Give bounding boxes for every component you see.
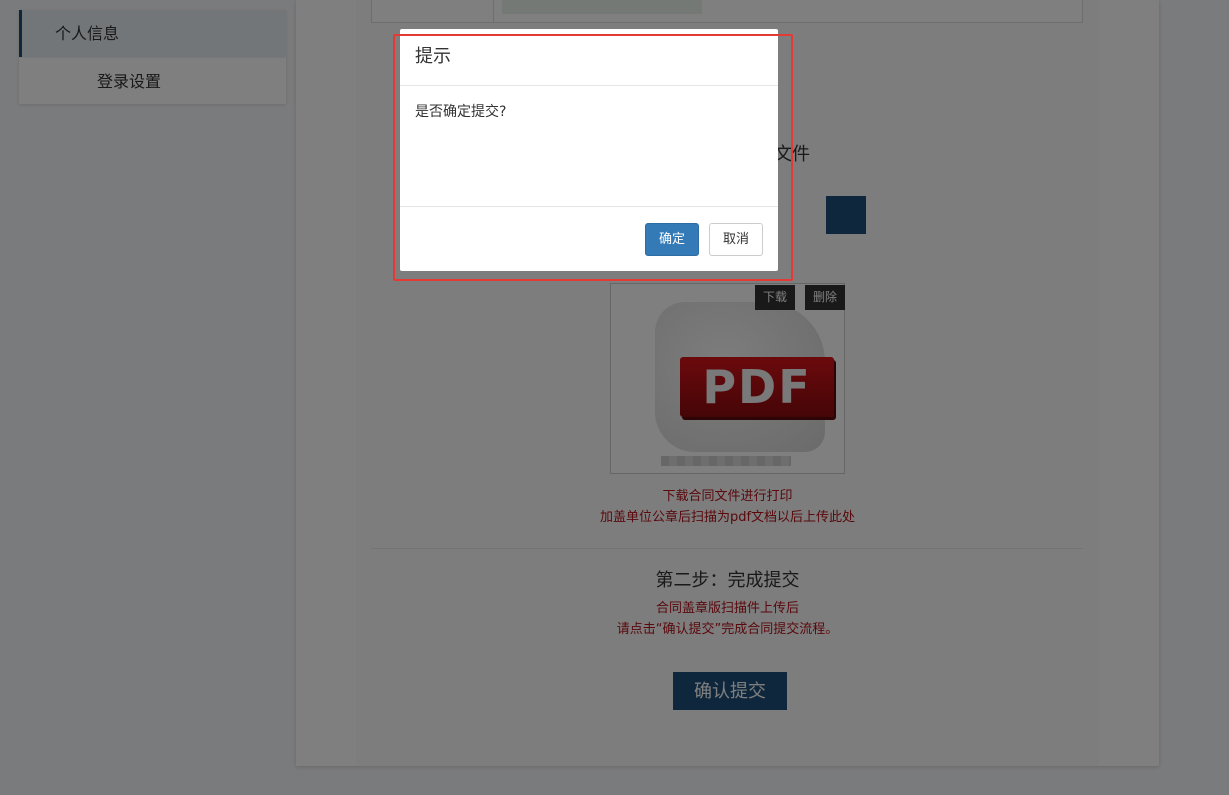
confirm-dialog: 提示 是否确定提交? 确定 取消 [400, 29, 778, 271]
dialog-title: 提示 [400, 29, 778, 86]
cancel-button[interactable]: 取消 [709, 223, 763, 256]
page: 个人信息 登录设置 同文件 PDF 下载 删除 下载合同文件进行打印 加盖 [0, 0, 1229, 795]
dialog-footer: 确定 取消 [400, 206, 778, 270]
dialog-message: 是否确定提交? [415, 104, 507, 120]
ok-button[interactable]: 确定 [645, 223, 699, 256]
